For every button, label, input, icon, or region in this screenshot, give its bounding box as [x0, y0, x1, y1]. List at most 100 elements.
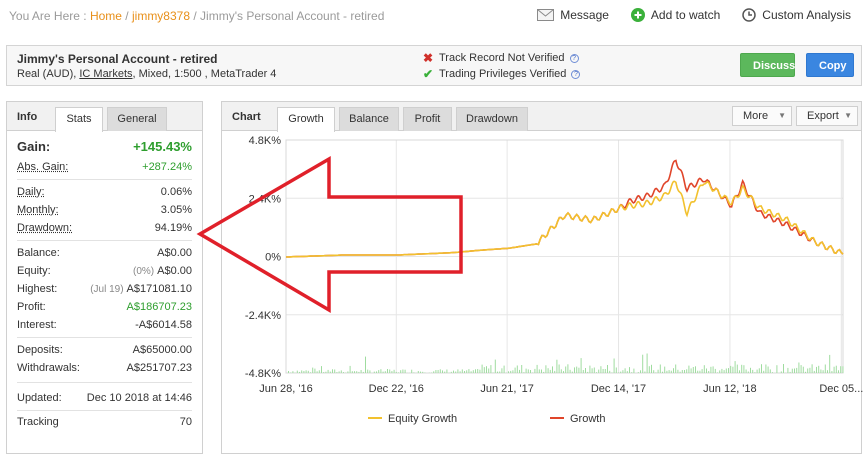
activity-bar [501, 368, 503, 373]
activity-bar [541, 369, 542, 373]
activity-bar [532, 372, 534, 373]
activity-bar [325, 371, 327, 373]
activity-bar [343, 372, 344, 373]
activity-bar [347, 371, 349, 373]
activity-bar [305, 370, 307, 373]
activity-bar [508, 371, 509, 373]
activity-bar [576, 366, 578, 373]
activity-bar [615, 367, 617, 373]
legend-label: Equity Growth [388, 413, 457, 425]
activity-bar [681, 370, 683, 373]
activity-bar [530, 370, 531, 373]
activity-bar [684, 370, 685, 373]
activity-bar [697, 370, 699, 373]
activity-bar [807, 368, 809, 373]
activity-bar [613, 358, 615, 373]
activity-bar [651, 364, 652, 373]
activity-bar [800, 365, 802, 373]
activity-bar [607, 365, 608, 373]
activity-bar [824, 364, 826, 373]
activity-bar [580, 358, 582, 373]
activity-bar [468, 369, 470, 373]
activity-bar [349, 365, 351, 373]
activity-bar [802, 366, 804, 373]
activity-bar [301, 370, 303, 373]
activity-bar [497, 371, 498, 373]
activity-bar [519, 369, 520, 373]
activity-bar [754, 372, 756, 373]
x-tick-label: Dec 14, '17 [591, 383, 646, 395]
activity-bar [741, 364, 743, 373]
activity-bar [318, 370, 320, 373]
activity-bar [840, 366, 842, 373]
activity-bar [457, 369, 459, 373]
activity-bar [763, 370, 765, 373]
activity-bar [734, 361, 736, 373]
activity-bar [728, 368, 729, 373]
activity-bar [598, 369, 600, 373]
activity-bar [642, 354, 644, 373]
activity-bar [582, 370, 584, 373]
activity-bar [521, 365, 523, 373]
activity-bar [723, 370, 725, 373]
activity-bar [688, 365, 690, 373]
activity-bar [527, 369, 529, 373]
activity-bar [593, 367, 595, 373]
activity-bar [378, 370, 380, 373]
activity-bar [637, 372, 639, 373]
activity-bar [745, 369, 747, 373]
activity-bar [384, 371, 386, 373]
activity-bar [761, 364, 762, 373]
activity-bar [525, 368, 527, 373]
activity-bar [545, 365, 547, 373]
activity-bar [571, 371, 573, 373]
activity-bar [646, 353, 648, 373]
activity-bar [516, 365, 518, 373]
activity-bar [329, 371, 331, 373]
activity-bar [433, 371, 435, 373]
activity-bar [719, 370, 721, 373]
activity-bar [549, 369, 551, 373]
activity-bar [292, 371, 294, 373]
activity-bar [822, 370, 824, 373]
activity-bar [739, 370, 740, 373]
activity-bar [668, 370, 670, 373]
activity-bar [655, 372, 657, 373]
activity-bar [503, 365, 505, 373]
activity-bar [747, 371, 749, 373]
activity-bar [413, 372, 415, 373]
activity-bar [567, 364, 569, 373]
activity-bar [439, 369, 441, 373]
activity-bar [690, 368, 692, 373]
activity-bar [288, 371, 289, 373]
activity-bar [710, 366, 712, 373]
activity-bar [459, 371, 461, 373]
activity-bar [299, 371, 300, 373]
activity-bar [373, 371, 375, 373]
activity-bar [332, 369, 333, 373]
activity-bar [811, 364, 813, 373]
activity-bar [732, 366, 734, 373]
activity-bar [444, 371, 446, 373]
activity-bar [569, 369, 571, 373]
activity-bar [369, 370, 371, 373]
activity-bar [620, 371, 622, 373]
activity-bar [618, 372, 619, 373]
activity-bar [789, 371, 791, 373]
activity-bar [338, 371, 340, 373]
activity-bar [677, 369, 679, 373]
activity-bar [675, 364, 677, 373]
activity-bar [838, 370, 839, 373]
activity-bar [543, 371, 545, 373]
activity-bar [604, 369, 606, 373]
activity-bar [809, 367, 811, 373]
activity-bar [758, 368, 760, 373]
activity-bar [805, 371, 806, 373]
activity-bar [321, 366, 322, 373]
activity-bar [629, 367, 630, 373]
activity-bar [514, 367, 516, 373]
x-tick-label: Dec 22, '16 [369, 383, 424, 395]
activity-bar [752, 369, 754, 373]
activity-bar [640, 370, 641, 373]
activity-bar [340, 370, 342, 373]
